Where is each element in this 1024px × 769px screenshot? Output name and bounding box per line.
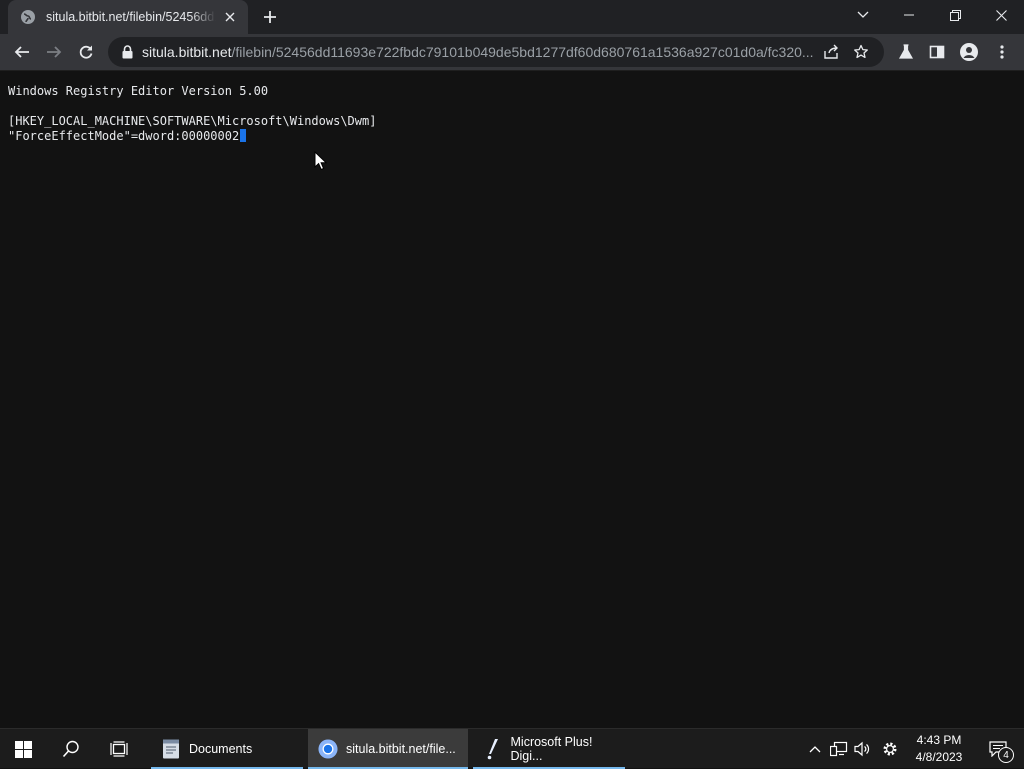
search-icon[interactable] (48, 729, 94, 769)
chrome-icon (318, 739, 338, 759)
url-host: situla.bitbit.net (142, 44, 232, 60)
taskbar: Documents situla.bitbit.net/file... Micr… (0, 728, 1024, 769)
text-selection-caret (240, 129, 247, 142)
task-view-icon[interactable] (96, 729, 142, 769)
tab-title: situla.bitbit.net/filebin/52456dd11693e7… (46, 10, 216, 24)
lock-icon[interactable] (120, 44, 134, 60)
url-text[interactable]: situla.bitbit.net/filebin/52456dd11693e7… (142, 44, 816, 60)
share-icon[interactable] (816, 37, 846, 67)
tab-strip: situla.bitbit.net/filebin/52456dd11693e7… (0, 0, 1024, 34)
chevron-up-icon[interactable] (803, 729, 827, 769)
taskbar-app-documents[interactable]: Documents (151, 729, 303, 769)
document-icon (161, 739, 181, 759)
taskbar-app-label: situla.bitbit.net/file... (346, 742, 456, 756)
plus-digital-icon (483, 739, 503, 760)
taskbar-app-label: Documents (189, 742, 253, 756)
network-icon[interactable] (827, 729, 851, 769)
profile-icon[interactable] (954, 37, 984, 67)
mouse-pointer-icon (314, 150, 328, 176)
star-icon[interactable] (846, 37, 876, 67)
page-content: Windows Registry Editor Version 5.00 [HK… (0, 71, 1024, 728)
globe-icon (20, 9, 36, 25)
registry-file-text[interactable]: Windows Registry Editor Version 5.00 [HK… (8, 84, 376, 144)
clock-time: 4:43 PM (916, 733, 962, 747)
sidepanel-icon[interactable] (922, 37, 952, 67)
windows-start-icon[interactable] (0, 729, 46, 769)
close-tab-icon[interactable] (220, 7, 240, 27)
browser-toolbar: situla.bitbit.net/filebin/52456dd11693e7… (0, 34, 1024, 71)
notification-center-icon[interactable]: 4 (978, 729, 1018, 769)
forward-icon[interactable] (39, 37, 69, 67)
clock-date: 4/8/2023 (915, 750, 963, 764)
browser-tab[interactable]: situla.bitbit.net/filebin/52456dd11693e7… (8, 0, 248, 34)
restore-icon[interactable] (932, 0, 978, 30)
plus-icon[interactable] (258, 6, 282, 28)
close-icon[interactable] (978, 0, 1024, 30)
chevron-down-icon[interactable] (840, 0, 886, 30)
back-icon[interactable] (7, 37, 37, 67)
menu-icon[interactable] (987, 37, 1017, 67)
taskbar-app-microsoft-plus[interactable]: Microsoft Plus! Digi... (473, 729, 625, 769)
address-bar[interactable]: situla.bitbit.net/filebin/52456dd11693e7… (108, 37, 884, 67)
registry-value-line: "ForceEffectMode"=dword:00000002 (8, 129, 240, 143)
url-path: /filebin/52456dd11693e722fbdc79101b049de… (231, 44, 814, 60)
reload-icon[interactable] (71, 37, 101, 67)
notification-count-badge: 4 (998, 747, 1014, 763)
registry-header-line: Windows Registry Editor Version 5.00 (8, 84, 269, 98)
gear-icon[interactable] (878, 729, 902, 769)
taskbar-app-chrome[interactable]: situla.bitbit.net/file... (308, 729, 468, 769)
registry-key-line: [HKEY_LOCAL_MACHINE\SOFTWARE\Microsoft\W… (8, 114, 377, 128)
minimize-icon[interactable] (886, 0, 932, 30)
system-clock[interactable]: 4:43 PM 4/8/2023 (908, 729, 970, 769)
taskbar-app-label: Microsoft Plus! Digi... (510, 735, 593, 763)
labs-icon[interactable] (891, 37, 921, 67)
volume-icon[interactable] (851, 729, 875, 769)
